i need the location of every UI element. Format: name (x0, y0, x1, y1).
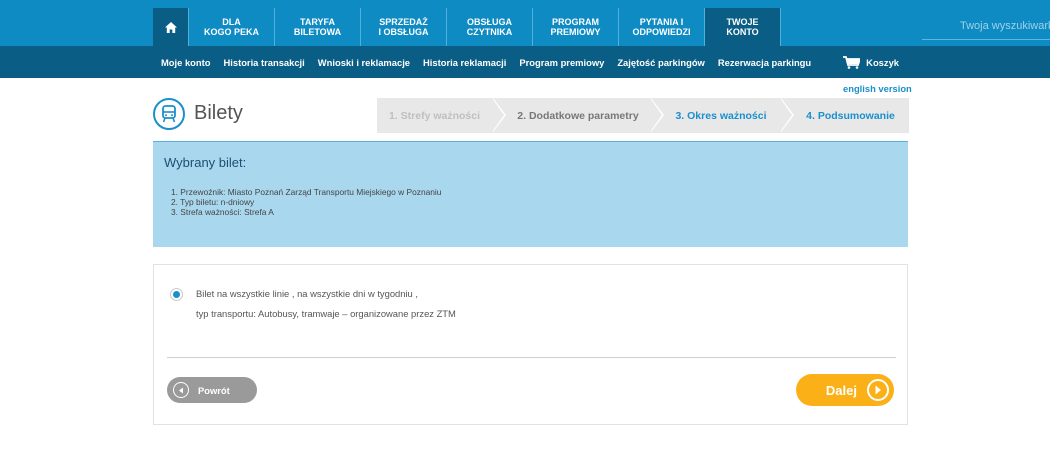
detail-line: 2. Typ biletu: n-dniowy (171, 197, 255, 207)
nav-obsluga-czytnika[interactable]: OBSŁUGA CZYTNIKA (447, 8, 533, 46)
divider (167, 357, 896, 358)
sub-nav-items: Moje konto Historia transakcji Wnioski i… (153, 46, 909, 78)
nav-pytania-i-odpowiedzi[interactable]: PYTANIA I ODPOWIEDZI (619, 8, 705, 46)
page-title: Bilety (194, 102, 243, 124)
nav-label-line1: SPRZEDAŻ (379, 17, 428, 27)
nav-label-line2: BILETOWA (293, 27, 342, 37)
subnav-historia-transakcji[interactable]: Historia transakcji (223, 57, 304, 68)
search-input[interactable]: Twoja wyszukiwarka (922, 20, 1050, 40)
subnav-rezerwacja-parkingu[interactable]: Rezerwacja parkingu (718, 57, 811, 68)
cart-label: Koszyk (866, 56, 899, 68)
nav-label-line2: PREMIOWY (550, 27, 601, 37)
nav-program-premiowy[interactable]: PROGRAM PREMIOWY (533, 8, 619, 46)
subnav-historia-reklamacji[interactable]: Historia reklamacji (423, 57, 506, 68)
step-dodatkowe-parametry[interactable]: 2. Dodatkowe parametry (492, 98, 664, 133)
nav-label-line1: PYTANIA I (639, 17, 684, 27)
detail-line: 1. Przewoźnik: Miasto Poznań Zarząd Tran… (171, 187, 442, 197)
nav-dla-kogo-peka[interactable]: DLA KOGO PEKA (189, 8, 275, 46)
nav-taryfa-biletowa[interactable]: TARYFA BILETOWA (275, 8, 361, 46)
nav-sprzedaz-i-obsluga[interactable]: SPRZEDAŻ I OBSŁUGA (361, 8, 447, 46)
back-button[interactable]: Powrót (167, 377, 257, 403)
nav-label-line2: I OBSŁUGA (378, 27, 429, 37)
nav-label-line1: PROGRAM (551, 17, 599, 27)
nav-label-line2: CZYTNIKA (466, 27, 513, 37)
back-button-label: Powrót (198, 384, 230, 396)
sub-navigation: Moje konto Historia transakcji Wnioski i… (0, 46, 1050, 78)
top-navigation: DLA KOGO PEKA TARYFA BILETOWA SPRZEDAŻ I OB… (0, 0, 1050, 46)
ticket-option-description[interactable]: Bilet na wszystkie linie , na wszystkie … (196, 288, 418, 299)
nav-label-line1: TARYFA (300, 17, 335, 27)
subnav-program-premiowy[interactable]: Program premiowy (519, 57, 604, 68)
radio-selected-dot (173, 291, 180, 298)
nav-label-line2: KONTO (726, 27, 759, 37)
ticket-option-radio[interactable] (170, 288, 183, 301)
nav-label-line2: KOGO PEKA (203, 27, 259, 37)
step-podsumowanie[interactable]: 4. Podsumowanie (780, 98, 909, 133)
nav-label-line1: DLA (222, 17, 241, 27)
subnav-wnioski-i-reklamacje[interactable]: Wnioski i reklamacje (318, 57, 410, 68)
subnav-moje-konto[interactable]: Moje konto (161, 57, 210, 68)
home-button[interactable] (153, 8, 189, 46)
nav-label-line1: OBSŁUGA (467, 17, 512, 27)
ticket-option-transport-type: typ transportu: Autobusy, tramwaje – org… (196, 308, 456, 319)
top-nav-items: DLA KOGO PEKA TARYFA BILETOWA SPRZEDAŻ I OB… (153, 8, 781, 46)
selected-ticket-details: 1. Przewoźnik: Miasto Poznań Zarząd Tran… (171, 187, 441, 217)
subnav-zajetosc-parkingow[interactable]: Zajętość parkingów (617, 57, 705, 68)
ticket-option-panel: Bilet na wszystkie linie , na wszystkie … (153, 264, 908, 425)
home-icon (164, 21, 177, 33)
wizard-steps: 1. Strefy ważności 2. Dodatkowe parametr… (377, 98, 909, 133)
cart-link[interactable]: Koszyk (843, 55, 899, 69)
step-strefy-waznosci[interactable]: 1. Strefy ważności (377, 98, 506, 133)
selected-ticket-heading: Wybrany bilet: (164, 155, 247, 170)
nav-label-line1: TWOJE (726, 17, 759, 27)
next-button[interactable]: Dalej (796, 374, 894, 406)
nav-twoje-konto[interactable]: TWOJE KONTO (705, 8, 781, 46)
step-okres-waznosci[interactable]: 3. Okres ważności (650, 98, 794, 133)
next-button-label: Dalej (825, 382, 857, 398)
selected-ticket-panel: Wybrany bilet: 1. Przewoźnik: Miasto Poz… (153, 141, 908, 247)
nav-label-line2: ODPOWIEDZI (632, 27, 691, 37)
bus-icon (153, 98, 185, 130)
chevron-left-icon (173, 382, 189, 398)
chevron-right-icon (867, 379, 889, 401)
english-version-link[interactable]: english version (843, 83, 912, 94)
cart-icon (843, 55, 861, 69)
detail-line: 3. Strefa ważności: Strefa A (171, 207, 274, 217)
